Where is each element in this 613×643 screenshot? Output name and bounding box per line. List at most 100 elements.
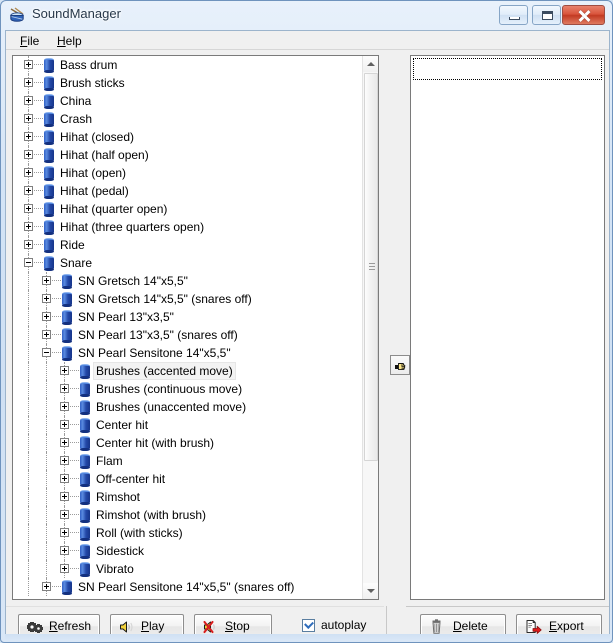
tree-node-label: Hihat (three quarters open) <box>60 220 205 234</box>
tree-node[interactable]: Vibrato <box>13 560 363 578</box>
scroll-down-arrow-icon[interactable] <box>363 583 378 599</box>
tree-node[interactable]: Snare <box>13 254 363 272</box>
tree-guide-line <box>46 398 47 416</box>
expand-plus-icon[interactable] <box>24 168 33 177</box>
drum-icon <box>44 238 54 253</box>
autoplay-checkbox-box[interactable] <box>302 619 315 632</box>
tree-node[interactable]: Roll (with sticks) <box>13 524 363 542</box>
expand-plus-icon[interactable] <box>42 582 51 591</box>
tree-node-label: Vibrato <box>96 562 134 576</box>
tree-node-label: Brushes (continuous move) <box>96 382 243 396</box>
selected-sounds-list[interactable] <box>410 55 605 600</box>
menu-item-help[interactable]: Help <box>51 33 88 49</box>
transfer-to-list-button[interactable] <box>390 355 410 375</box>
tree-node[interactable]: Hihat (pedal) <box>13 182 363 200</box>
tree-node[interactable]: Crash <box>13 110 363 128</box>
expand-plus-icon[interactable] <box>24 96 33 105</box>
expand-plus-icon[interactable] <box>60 456 69 465</box>
tree-guide-line <box>70 388 79 389</box>
tree-node[interactable]: Hihat (closed) <box>13 128 363 146</box>
drum-icon <box>80 436 90 451</box>
tree-vertical-scrollbar[interactable] <box>362 56 378 599</box>
expand-plus-icon[interactable] <box>60 384 69 393</box>
expand-plus-icon[interactable] <box>42 276 51 285</box>
tree-guide-line <box>52 298 61 299</box>
tree-node[interactable]: Sidestick <box>13 542 363 560</box>
expand-plus-icon[interactable] <box>60 528 69 537</box>
expand-plus-icon[interactable] <box>24 78 33 87</box>
maximize-button[interactable] <box>532 5 561 25</box>
drum-icon <box>44 58 54 73</box>
expand-plus-icon[interactable] <box>60 492 69 501</box>
tree-node[interactable]: Off-center hit <box>13 470 363 488</box>
tree-node-label: Ride <box>60 238 85 252</box>
expand-plus-icon[interactable] <box>24 132 33 141</box>
expand-plus-icon[interactable] <box>60 402 69 411</box>
tree-node-label: Center hit <box>96 418 149 432</box>
expand-plus-icon[interactable] <box>42 312 51 321</box>
tree-node[interactable]: SN Pearl Sensitone 14"x5,5" <box>13 344 363 362</box>
tree-node[interactable]: Ride <box>13 236 363 254</box>
refresh-accel: R <box>49 619 58 633</box>
tree-guide-line <box>28 578 29 596</box>
tree-node[interactable]: Rimshot (with brush) <box>13 506 363 524</box>
tree-node[interactable]: Brushes (unaccented move) <box>13 398 363 416</box>
expand-plus-icon[interactable] <box>24 150 33 159</box>
tree-node[interactable]: Flam <box>13 452 363 470</box>
collapse-minus-icon[interactable] <box>42 348 51 357</box>
menu-item-file[interactable]: File <box>14 33 45 49</box>
expand-plus-icon[interactable] <box>42 330 51 339</box>
tree-node[interactable]: Hihat (half open) <box>13 146 363 164</box>
expand-plus-icon[interactable] <box>60 564 69 573</box>
expand-plus-icon[interactable] <box>24 204 33 213</box>
tree-node[interactable]: Rimshot <box>13 488 363 506</box>
tree-node-label: Center hit (with brush) <box>96 436 215 450</box>
tree-node[interactable]: Bass drum <box>13 56 363 74</box>
collapse-minus-icon[interactable] <box>24 258 33 267</box>
expand-plus-icon[interactable] <box>60 420 69 429</box>
tree-node[interactable]: Brush sticks <box>13 74 363 92</box>
expand-plus-icon[interactable] <box>60 438 69 447</box>
tree-guide-line <box>70 442 79 443</box>
tree-node[interactable]: Brushes (accented move) <box>13 362 363 380</box>
expand-plus-icon[interactable] <box>24 114 33 123</box>
expand-plus-icon[interactable] <box>24 186 33 195</box>
expand-plus-icon[interactable] <box>60 366 69 375</box>
expand-plus-icon[interactable] <box>60 474 69 483</box>
tree-node[interactable]: Hihat (quarter open) <box>13 200 363 218</box>
drum-icon <box>62 310 72 325</box>
minimize-button[interactable] <box>499 5 528 25</box>
tree-node[interactable]: Hihat (open) <box>13 164 363 182</box>
expand-plus-icon[interactable] <box>24 222 33 231</box>
expand-plus-icon[interactable] <box>60 546 69 555</box>
close-button[interactable] <box>562 5 605 25</box>
expand-plus-icon[interactable] <box>24 60 33 69</box>
export-button-label: Export <box>549 619 584 633</box>
tree-guide-line <box>34 136 43 137</box>
tree-guide-line <box>52 280 61 281</box>
tree-node[interactable]: Center hit (with brush) <box>13 434 363 452</box>
scroll-up-arrow-icon[interactable] <box>363 56 378 72</box>
tree-guide-line <box>46 560 47 578</box>
drum-icon <box>80 382 90 397</box>
expand-plus-icon[interactable] <box>42 294 51 303</box>
tree-node[interactable]: Center hit <box>13 416 363 434</box>
scrollbar-thumb[interactable] <box>364 73 378 461</box>
tree-node[interactable]: SN Gretsch 14"x5,5" (snares off) <box>13 290 363 308</box>
tree-guide-line <box>70 532 79 533</box>
tree-node[interactable]: SN Pearl Sensitone 14"x5,5" (snares off) <box>13 578 363 596</box>
trash-icon <box>429 619 446 635</box>
tree-node[interactable]: China <box>13 92 363 110</box>
tree-node[interactable]: SN Pearl 13"x3,5" <box>13 308 363 326</box>
tree-node[interactable]: Brushes (continuous move) <box>13 380 363 398</box>
tree-node[interactable]: SN Gretsch 14"x5,5" <box>13 272 363 290</box>
title-bar[interactable]: SoundManager <box>1 1 612 30</box>
expand-plus-icon[interactable] <box>60 510 69 519</box>
refresh-gears-icon <box>27 619 44 635</box>
sound-tree[interactable]: Bass drum Brush sticks China Crash Hihat (cl… <box>13 56 363 599</box>
play-accel: P <box>141 619 150 633</box>
tree-node[interactable]: Hihat (three quarters open) <box>13 218 363 236</box>
tree-node[interactable]: SN Pearl 13"x3,5" (snares off) <box>13 326 363 344</box>
expand-plus-icon[interactable] <box>24 240 33 249</box>
tree-node-label: Bass drum <box>60 58 118 72</box>
